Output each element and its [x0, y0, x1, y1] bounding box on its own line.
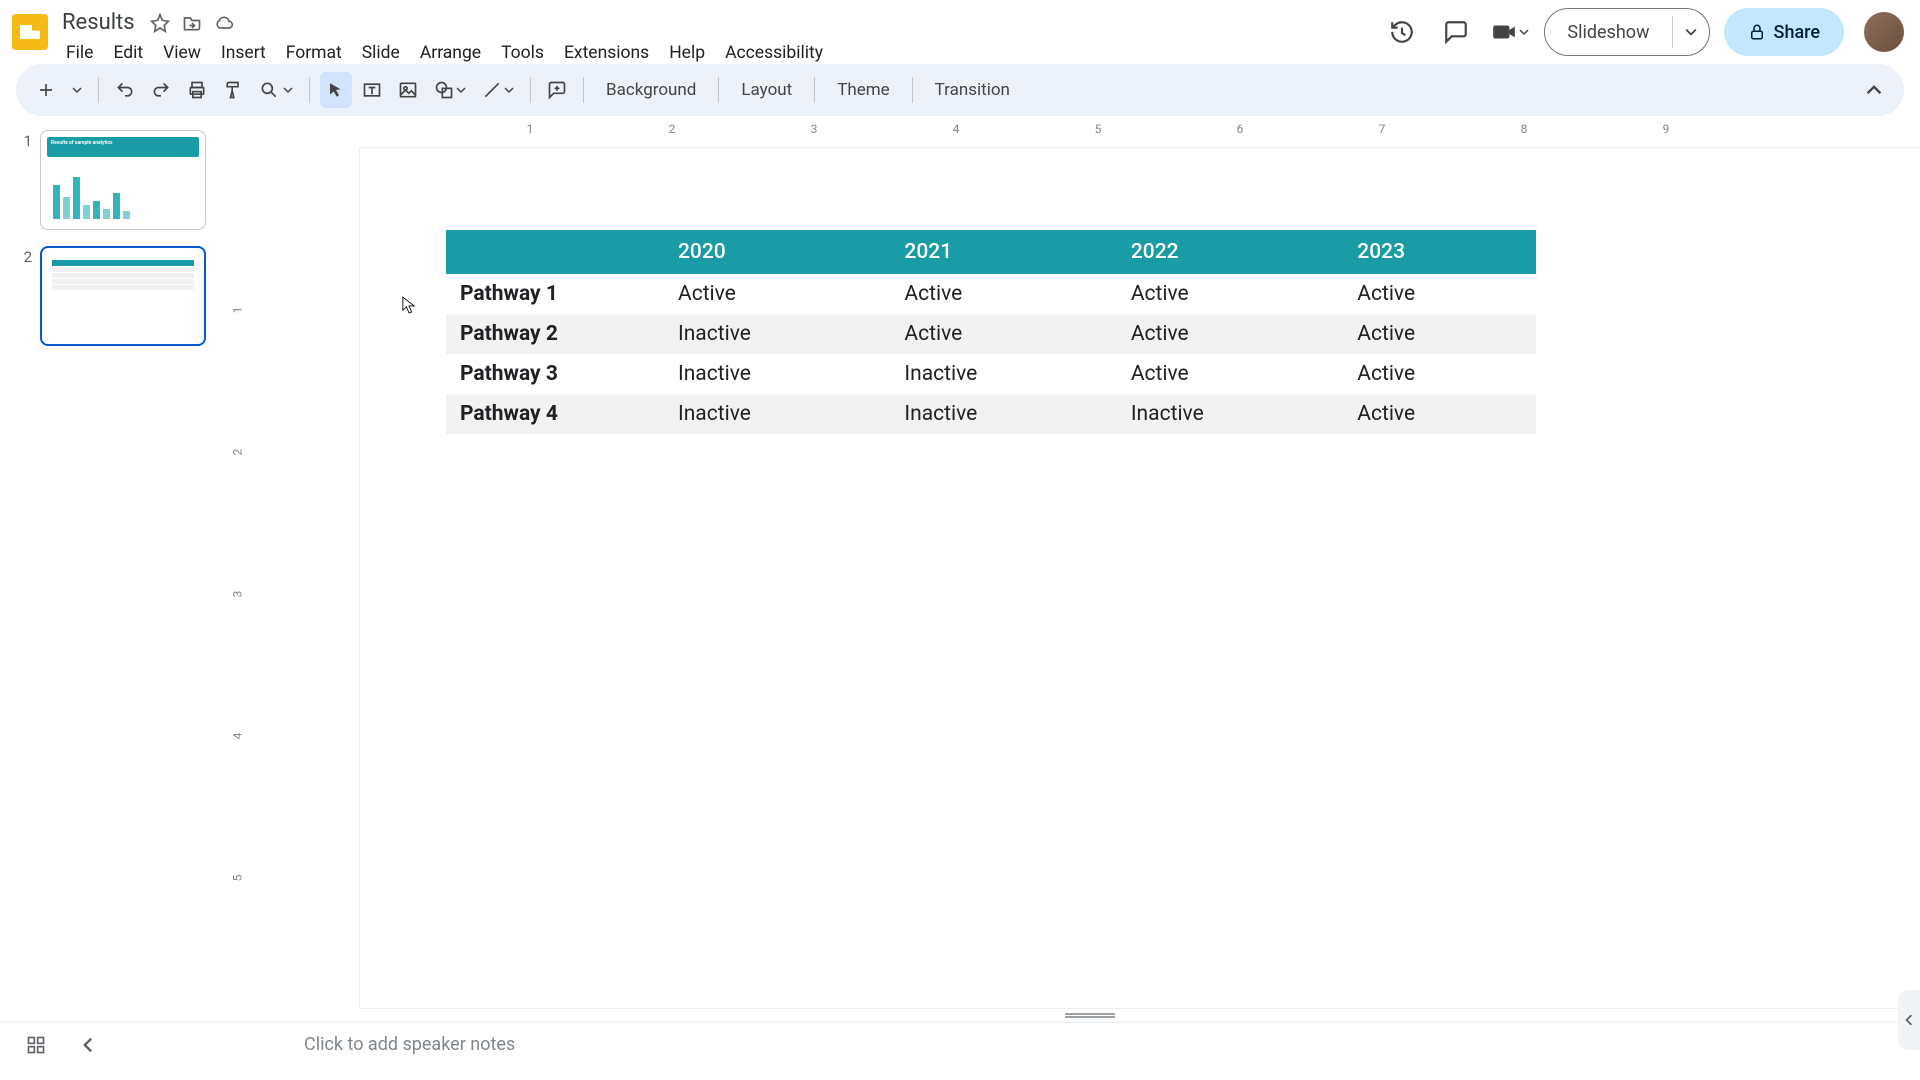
slideshow-label[interactable]: Slideshow — [1545, 9, 1671, 55]
table-cell[interactable]: Inactive — [1117, 394, 1343, 434]
undo-button[interactable] — [109, 72, 141, 108]
ruler-horizontal: 1 2 3 4 5 6 7 8 9 — [260, 120, 1920, 140]
table-cell[interactable]: Inactive — [890, 354, 1116, 394]
doc-title[interactable]: Results — [58, 8, 139, 37]
table-cell[interactable]: Active — [1343, 354, 1536, 394]
table-cell[interactable]: Inactive — [664, 394, 890, 434]
menu-format[interactable]: Format — [278, 39, 350, 67]
table-cell[interactable]: Active — [664, 274, 890, 314]
menubar: File Edit View Insert Format Slide Arran… — [58, 39, 1382, 67]
print-button[interactable] — [181, 72, 213, 108]
table-row: Pathway 2 Inactive Active Active Active — [446, 314, 1536, 354]
menu-edit[interactable]: Edit — [105, 39, 151, 67]
select-tool[interactable] — [320, 72, 352, 108]
side-panel-toggle[interactable] — [1898, 990, 1920, 1050]
menu-file[interactable]: File — [58, 39, 101, 67]
menu-tools[interactable]: Tools — [493, 39, 552, 67]
slideshow-dropdown[interactable] — [1672, 16, 1709, 48]
slideshow-button[interactable]: Slideshow — [1544, 8, 1709, 56]
menu-help[interactable]: Help — [661, 39, 713, 67]
shape-button[interactable] — [428, 72, 472, 108]
slide[interactable]: 2020 2021 2022 2023 Pathway 1 Active Act… — [360, 148, 1920, 1008]
slides-logo[interactable] — [12, 14, 48, 50]
account-avatar[interactable] — [1864, 12, 1904, 52]
table-cell[interactable]: Active — [1343, 394, 1536, 434]
menu-view[interactable]: View — [155, 39, 209, 67]
new-slide-button[interactable] — [30, 72, 62, 108]
table-cell[interactable]: Active — [1117, 314, 1343, 354]
share-button[interactable]: Share — [1724, 8, 1844, 56]
line-button[interactable] — [476, 72, 520, 108]
table-row: Pathway 3 Inactive Inactive Active Activ… — [446, 354, 1536, 394]
menu-insert[interactable]: Insert — [213, 39, 274, 67]
comments-icon[interactable] — [1436, 12, 1476, 52]
comment-button[interactable] — [541, 72, 573, 108]
theme-button[interactable]: Theme — [825, 80, 901, 100]
menu-arrange[interactable]: Arrange — [412, 39, 489, 67]
lock-icon — [1748, 23, 1766, 41]
thumb1-title: Results of sample analytics — [51, 140, 113, 146]
table-cell[interactable]: Active — [1117, 354, 1343, 394]
slide-thumbnail-2[interactable] — [40, 246, 206, 346]
menu-accessibility[interactable]: Accessibility — [717, 39, 831, 67]
table-cell[interactable]: Active — [1117, 274, 1343, 314]
thumb-number: 1 — [18, 130, 32, 150]
table-cell[interactable]: Inactive — [664, 314, 890, 354]
table-cell[interactable]: Active — [890, 314, 1116, 354]
table-cell[interactable]: Active — [1343, 314, 1536, 354]
version-history-icon[interactable] — [1382, 12, 1422, 52]
table-cell[interactable]: Pathway 3 — [446, 354, 664, 394]
table-row: Pathway 1 Active Active Active Active — [446, 274, 1536, 314]
ruler-vertical: 1 2 3 4 5 — [230, 140, 252, 1022]
star-icon[interactable] — [149, 12, 171, 34]
table-header-cell[interactable] — [446, 230, 664, 274]
table-cell[interactable]: Active — [1343, 274, 1536, 314]
table-header-cell[interactable]: 2022 — [1117, 230, 1343, 274]
background-button[interactable]: Background — [594, 80, 708, 100]
new-slide-dropdown[interactable] — [66, 72, 88, 108]
table-header-row: 2020 2021 2022 2023 — [446, 230, 1536, 274]
slide-canvas[interactable]: 1 2 3 4 5 6 7 8 9 1 2 3 4 5 2020 — [230, 120, 1920, 1022]
collapse-toolbar-button[interactable] — [1858, 72, 1890, 108]
textbox-button[interactable] — [356, 72, 388, 108]
table-cell[interactable]: Inactive — [664, 354, 890, 394]
table-cell[interactable]: Inactive — [890, 394, 1116, 434]
image-button[interactable] — [392, 72, 424, 108]
table-cell[interactable]: Pathway 2 — [446, 314, 664, 354]
grid-view-button[interactable] — [20, 1029, 52, 1061]
share-label: Share — [1774, 22, 1820, 43]
cloud-status-icon[interactable] — [213, 12, 235, 34]
thumb-number: 2 — [18, 246, 32, 266]
table-header-cell[interactable]: 2021 — [890, 230, 1116, 274]
table-cell[interactable]: Active — [890, 274, 1116, 314]
layout-button[interactable]: Layout — [729, 80, 804, 100]
paint-format-button[interactable] — [217, 72, 249, 108]
filmstrip[interactable]: 1 Results of sample analytics 2 — [0, 120, 230, 1022]
redo-button[interactable] — [145, 72, 177, 108]
table-cell[interactable]: Pathway 4 — [446, 394, 664, 434]
transition-button[interactable]: Transition — [923, 80, 1022, 100]
menu-slide[interactable]: Slide — [354, 39, 408, 67]
data-table[interactable]: 2020 2021 2022 2023 Pathway 1 Active Act… — [446, 230, 1536, 434]
explore-toggle[interactable] — [72, 1029, 104, 1061]
move-icon[interactable] — [181, 12, 203, 34]
table-row: Pathway 4 Inactive Inactive Inactive Act… — [446, 394, 1536, 434]
meet-icon[interactable] — [1490, 12, 1530, 52]
table-header-cell[interactable]: 2023 — [1343, 230, 1536, 274]
menu-extensions[interactable]: Extensions — [556, 39, 657, 67]
speaker-notes-input[interactable]: Click to add speaker notes — [304, 1034, 515, 1055]
zoom-button[interactable] — [253, 72, 299, 108]
table-cell[interactable]: Pathway 1 — [446, 274, 664, 314]
slide-thumbnail-1[interactable]: Results of sample analytics — [40, 130, 206, 230]
table-header-cell[interactable]: 2020 — [664, 230, 890, 274]
cursor-icon — [402, 296, 416, 314]
notes-resize-handle[interactable] — [1065, 1013, 1115, 1018]
toolbar: Background Layout Theme Transition — [16, 64, 1904, 116]
